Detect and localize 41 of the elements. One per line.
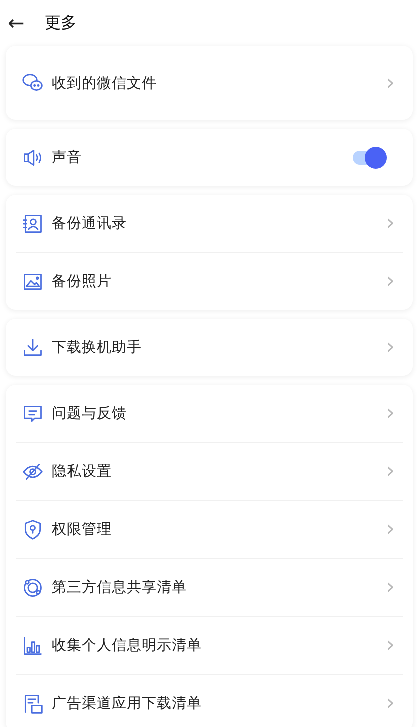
- chevron: ›: [386, 575, 395, 600]
- chevron: ›: [386, 211, 395, 236]
- chevron: ›: [386, 70, 395, 96]
- settings-row[interactable]: 声音: [16, 129, 403, 186]
- settings-row[interactable]: 隐私设置 ›: [16, 442, 403, 500]
- settings-row[interactable]: 收集个人信息明示清单 ›: [16, 616, 403, 674]
- settings-row[interactable]: 权限管理 ›: [16, 500, 403, 558]
- download-icon: [22, 336, 44, 358]
- row-label: 问题与反馈: [52, 405, 128, 423]
- row-label: 隐私设置: [52, 463, 113, 481]
- settings-row[interactable]: 备份通讯录 ›: [16, 195, 403, 252]
- chevron: ›: [386, 459, 395, 484]
- settings-row[interactable]: 下载换机助手 ›: [16, 319, 403, 376]
- bar-chart-icon: [22, 634, 44, 656]
- chevron: ›: [386, 633, 395, 658]
- row-label: 权限管理: [52, 521, 113, 539]
- chevron: ›: [386, 335, 395, 360]
- back-button[interactable]: ←: [8, 11, 25, 35]
- row-label: 下载换机助手: [52, 338, 143, 357]
- contact-card-icon: [22, 212, 44, 234]
- settings-row[interactable]: 问题与反馈 ›: [16, 385, 403, 442]
- settings-row[interactable]: 备份照片 ›: [16, 252, 403, 310]
- row-label: 广告渠道应用下载清单: [52, 694, 203, 713]
- chevron: ›: [386, 691, 395, 716]
- settings-row[interactable]: 收到的微信文件 ›: [16, 46, 403, 120]
- row-label: 备份通讯录: [52, 215, 128, 233]
- chevron: ›: [386, 269, 395, 294]
- settings-row[interactable]: 第三方信息共享清单 ›: [16, 558, 403, 616]
- chevron: ›: [386, 517, 395, 542]
- row-label: 第三方信息共享清单: [52, 578, 188, 597]
- row-label: 收集个人信息明示清单: [52, 637, 203, 655]
- row-label: 备份照片: [52, 273, 113, 291]
- settings-row[interactable]: 广告渠道应用下载清单 ›: [16, 674, 403, 727]
- orbit-icon: [22, 576, 44, 598]
- row-label: 收到的微信文件: [52, 74, 158, 92]
- row-label: 声音: [52, 148, 83, 167]
- chat-bubbles-icon: [22, 72, 44, 94]
- document-icon: [22, 692, 44, 714]
- chevron: ›: [386, 401, 395, 426]
- shield-icon: [22, 518, 44, 540]
- page-title: 更多: [44, 12, 77, 34]
